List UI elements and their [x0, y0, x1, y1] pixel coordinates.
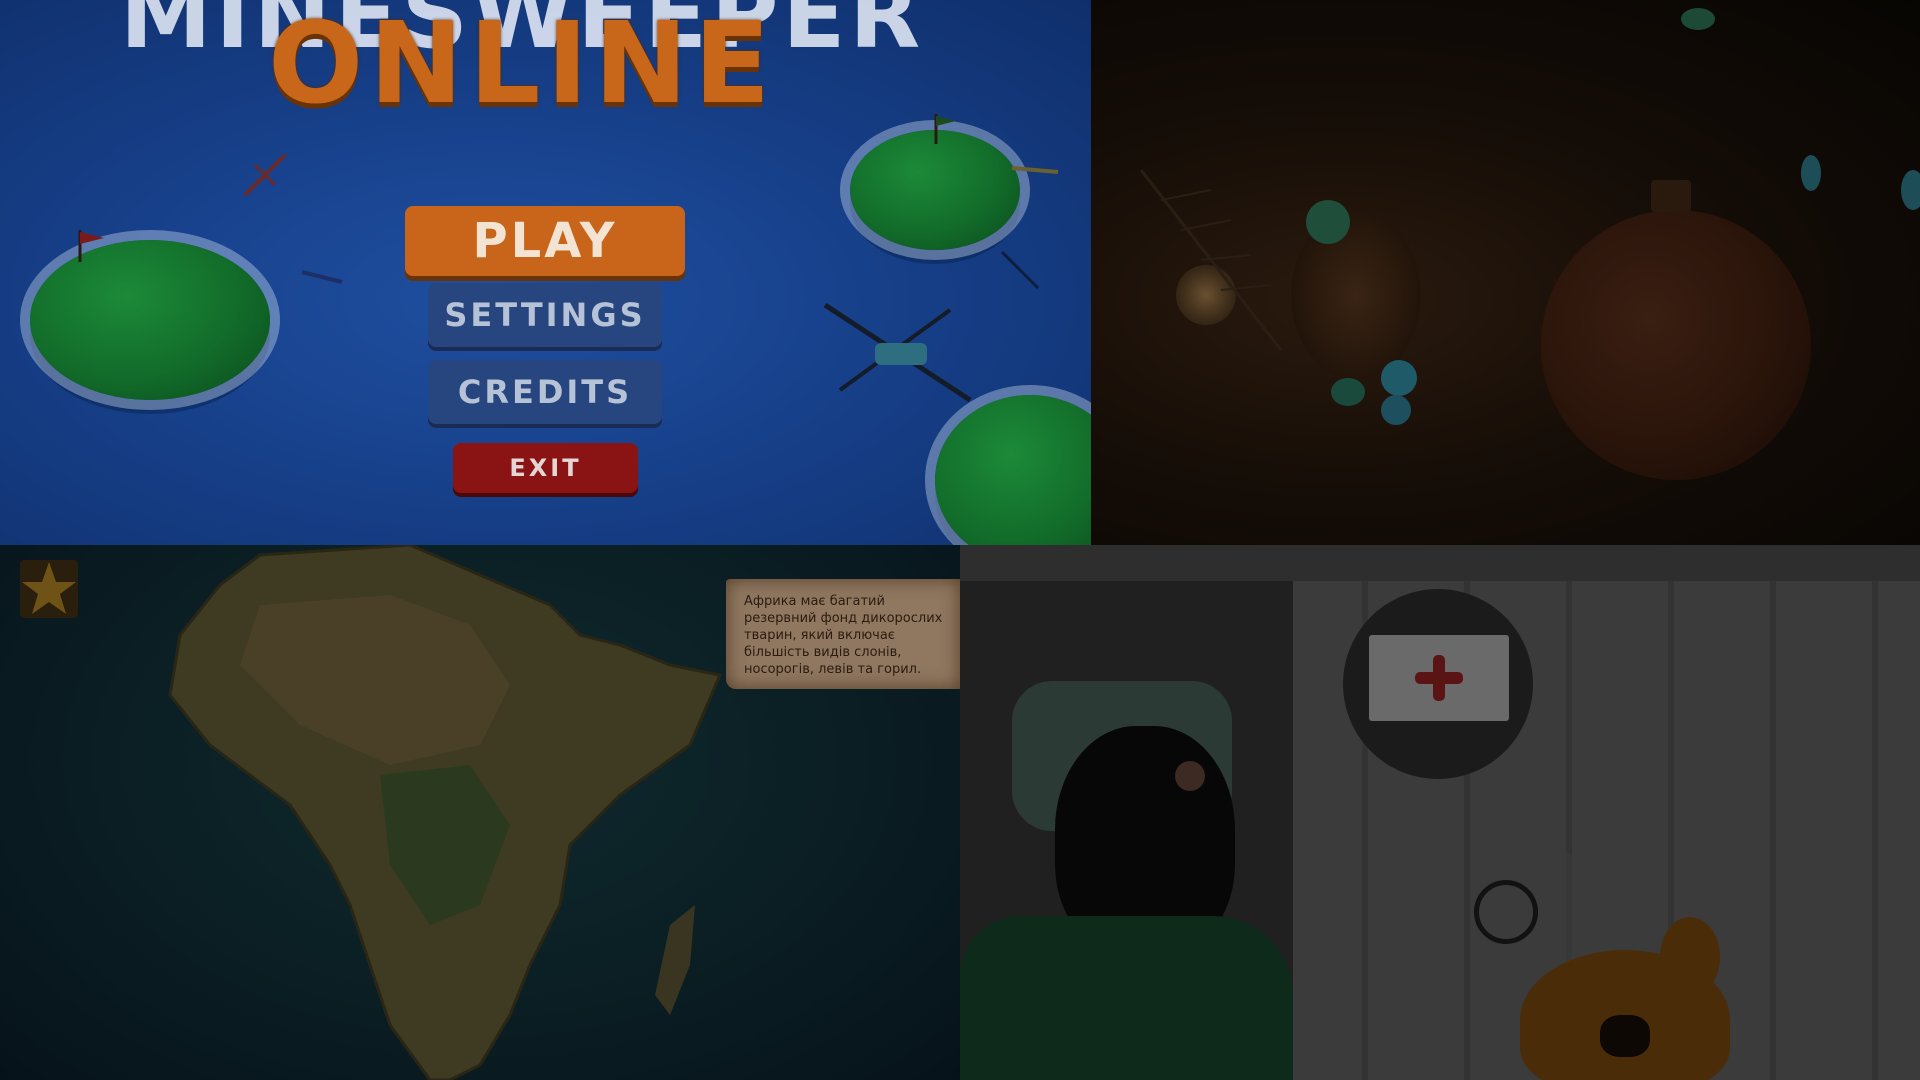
teddy-bear-nose — [1600, 1015, 1650, 1057]
bokeh-light — [1381, 360, 1417, 396]
add-card — [1369, 635, 1509, 721]
flag-icon — [78, 230, 104, 262]
island — [935, 395, 1091, 545]
play-button[interactable]: PLAY — [405, 206, 685, 276]
exit-button[interactable]: EXIT — [453, 443, 638, 493]
wall-top-strip — [960, 545, 1920, 581]
africa-map — [168, 545, 723, 1080]
bokeh-light — [1681, 8, 1715, 30]
cat-ear — [1175, 761, 1205, 791]
cat-room — [960, 581, 1293, 1080]
game-title: ONLINE — [268, 0, 777, 129]
plane-icon — [1011, 166, 1059, 174]
plane-icon — [301, 270, 343, 284]
credits-button[interactable]: CREDITS — [428, 360, 662, 424]
minesweeper-menu-panel: MINESWEEPER ONLINE PLAY SETTINGS CREDITS… — [0, 0, 1091, 545]
christmas-ornament-panel — [1091, 0, 1920, 545]
info-text: Африка має багатий резервний фонд дикоро… — [744, 594, 943, 677]
pine-branch-icon — [1139, 169, 1283, 351]
bokeh-light — [1306, 200, 1350, 244]
ornament-cap — [1651, 180, 1691, 212]
flag-icon — [934, 114, 956, 144]
helicopter-icon — [823, 302, 972, 403]
joystick-ring[interactable] — [1474, 880, 1538, 944]
plus-icon — [1415, 655, 1463, 701]
plane-icon — [243, 153, 287, 197]
island — [30, 240, 270, 400]
cat-bed-panel — [960, 545, 1920, 1080]
africa-map-panel: Африка має багатий резервний фонд дикоро… — [0, 545, 960, 1080]
island — [850, 130, 1020, 250]
add-item-button[interactable] — [1343, 589, 1533, 779]
info-note: Африка має багатий резервний фонд дикоро… — [726, 579, 960, 689]
plane-icon — [1000, 250, 1040, 290]
bokeh-light — [1801, 155, 1821, 191]
christmas-ornament — [1541, 210, 1811, 480]
teddy-bear-ear — [1660, 917, 1720, 997]
bokeh-light — [1901, 170, 1920, 210]
star-button[interactable] — [18, 558, 80, 620]
blanket — [960, 916, 1293, 1080]
settings-button[interactable]: SETTINGS — [428, 283, 662, 347]
bokeh-light — [1381, 395, 1411, 425]
bokeh-light — [1331, 378, 1365, 406]
